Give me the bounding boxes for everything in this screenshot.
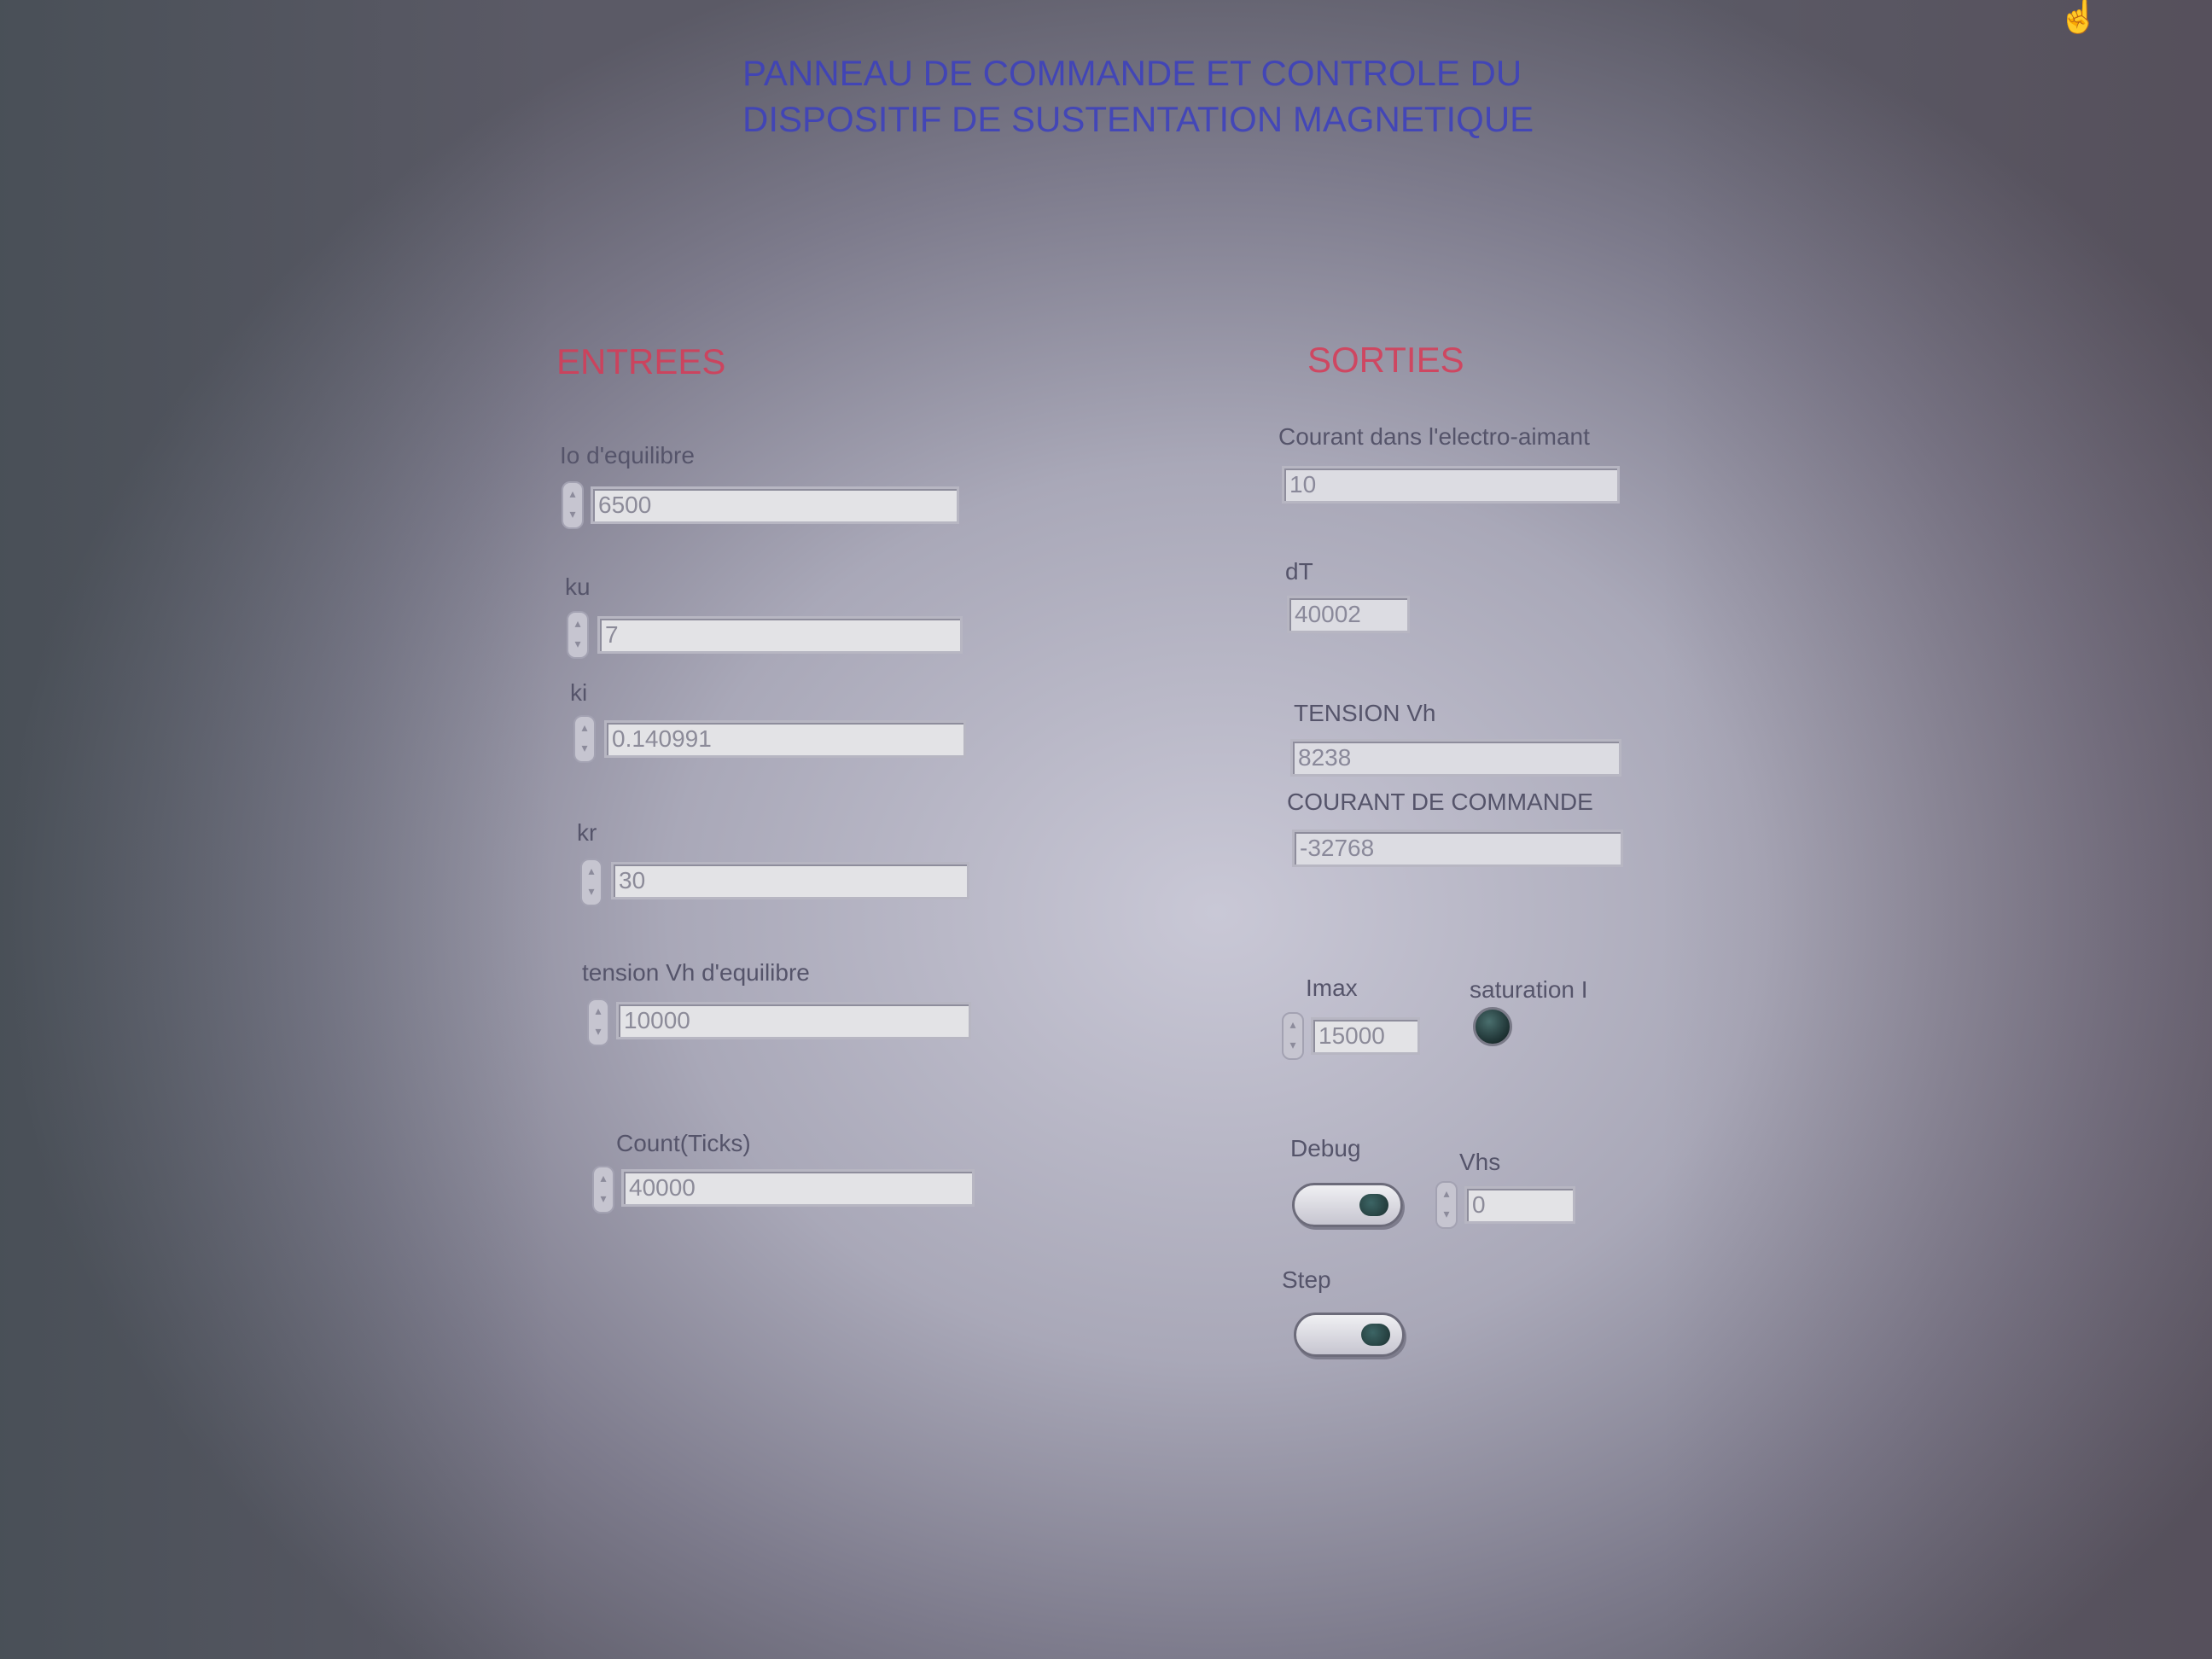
count-ticks-label: Count(Ticks)	[616, 1130, 751, 1156]
vhs-label: Vhs	[1459, 1149, 1501, 1175]
courant-commande-label: COURANT DE COMMANDE	[1287, 789, 1593, 815]
ki-label: ki	[570, 679, 588, 706]
courant-electro-aimant-indicator: 10	[1282, 466, 1620, 504]
panel-title-line-2: DISPOSITIF DE SUSTENTATION MAGNETIQUE	[742, 99, 1534, 139]
step-toggle[interactable]	[1294, 1313, 1405, 1357]
ki-input[interactable]: 0.140991	[604, 720, 966, 758]
imax-input[interactable]: 15000	[1311, 1017, 1420, 1055]
ku-input[interactable]: 7	[597, 616, 963, 654]
io-equilibre-label: Io d'equilibre	[560, 442, 695, 469]
imax-spinner-icon[interactable]: ▴ ▾	[1282, 1012, 1304, 1060]
saturation-led-icon	[1473, 1007, 1512, 1046]
tension-vh-indicator: 8238	[1290, 739, 1621, 777]
debug-label: Debug	[1290, 1135, 1361, 1161]
ku-label: ku	[565, 573, 591, 600]
kr-label: kr	[577, 819, 597, 846]
imax-label: Imax	[1306, 975, 1358, 1001]
tension-vh-equilibre-label: tension Vh d'equilibre	[582, 959, 810, 986]
ku-spinner-icon[interactable]: ▴ ▾	[567, 611, 589, 659]
debug-toggle[interactable]	[1292, 1183, 1403, 1227]
kr-input[interactable]: 30	[611, 862, 969, 899]
screen-photo-vignette	[0, 0, 2212, 1659]
hand-pointer-icon: ☝	[2058, 0, 2099, 35]
toggle-knob-icon	[1359, 1194, 1388, 1216]
count-ticks-spinner-icon[interactable]: ▴ ▾	[592, 1166, 614, 1214]
count-ticks-input[interactable]: 40000	[621, 1169, 975, 1207]
dt-label: dT	[1285, 558, 1313, 585]
tension-vh-equilibre-spinner-icon[interactable]: ▴ ▾	[587, 998, 609, 1046]
kr-spinner-icon[interactable]: ▴ ▾	[580, 859, 602, 906]
vhs-input[interactable]: 0	[1464, 1186, 1575, 1224]
saturation-i-label: saturation I	[1470, 976, 1588, 1003]
outputs-heading: SORTIES	[1307, 340, 1464, 380]
io-equilibre-input[interactable]: 6500	[591, 486, 959, 524]
io-equilibre-spinner-icon[interactable]: ▴ ▾	[562, 481, 584, 529]
tension-vh-equilibre-input[interactable]: 10000	[616, 1002, 971, 1039]
toggle-knob-icon	[1361, 1324, 1390, 1346]
inputs-heading: ENTREES	[556, 341, 726, 381]
panel-title-line-1: PANNEAU DE COMMANDE ET CONTROLE DU	[742, 53, 1522, 93]
courant-commande-indicator: -32768	[1292, 830, 1623, 867]
ki-spinner-icon[interactable]: ▴ ▾	[573, 715, 596, 763]
step-label: Step	[1282, 1266, 1331, 1293]
courant-electro-aimant-label: Courant dans l'electro-aimant	[1278, 423, 1590, 450]
dt-indicator: 40002	[1287, 596, 1410, 633]
labview-front-panel: ☝ PANNEAU DE COMMANDE ET CONTROLE DU DIS…	[0, 0, 2212, 1659]
vhs-spinner-icon[interactable]: ▴ ▾	[1435, 1181, 1458, 1229]
tension-vh-label: TENSION Vh	[1294, 700, 1436, 726]
